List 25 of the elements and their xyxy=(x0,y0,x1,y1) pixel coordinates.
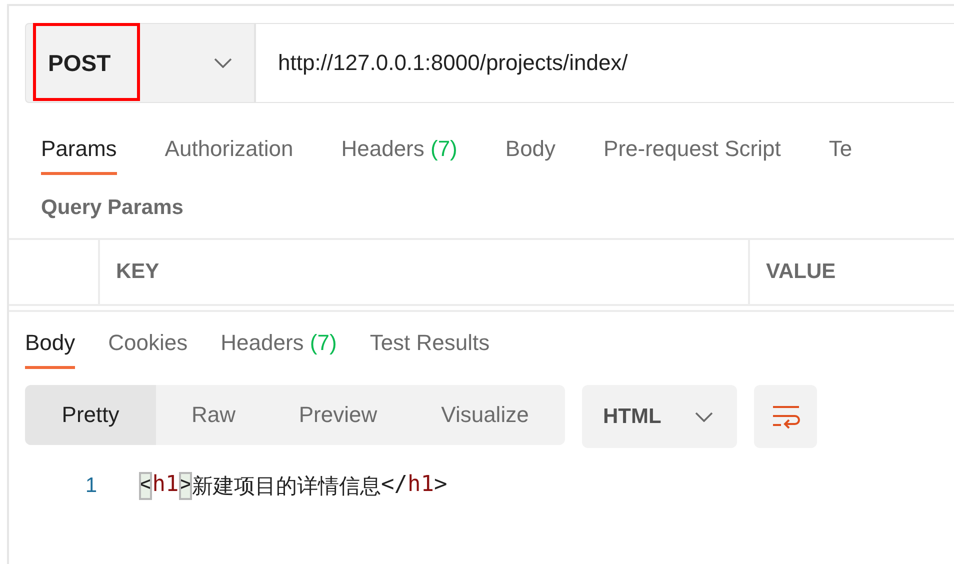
tab[interactable]: Params xyxy=(41,136,117,175)
tab[interactable]: Body xyxy=(505,136,556,175)
section-title: Query Params xyxy=(41,196,184,220)
view-mode-tab[interactable]: Raw xyxy=(156,385,271,445)
format-dropdown[interactable]: HTML xyxy=(582,385,737,448)
view-mode-tab[interactable]: Visualize xyxy=(405,385,565,445)
column-header: VALUE xyxy=(748,240,954,304)
line-number: 1 xyxy=(84,474,97,498)
view-mode-tab[interactable]: Preview xyxy=(271,385,405,445)
tab[interactable]: Headers (7) xyxy=(220,330,337,369)
column-header: KEY xyxy=(98,240,748,304)
tab[interactable]: Test Results xyxy=(370,330,490,369)
tab[interactable]: Authorization xyxy=(164,136,294,175)
wrap-lines-button[interactable] xyxy=(754,385,817,448)
view-mode-tab[interactable]: Pretty xyxy=(25,385,156,445)
tab[interactable]: Pre-request Script xyxy=(604,136,781,175)
chevron-down-icon xyxy=(214,58,232,68)
tab[interactable]: Body xyxy=(25,330,76,369)
method-dropdown[interactable]: POST xyxy=(25,23,256,103)
tab[interactable]: Headers (7) xyxy=(341,136,458,175)
tab[interactable]: Cookies xyxy=(108,330,188,369)
tab[interactable]: Te xyxy=(828,136,852,175)
url-field[interactable]: http://127.0.0.1:8000/projects/index/ xyxy=(256,23,954,103)
chevron-down-icon xyxy=(695,412,713,422)
wrap-lines-icon xyxy=(770,404,800,430)
